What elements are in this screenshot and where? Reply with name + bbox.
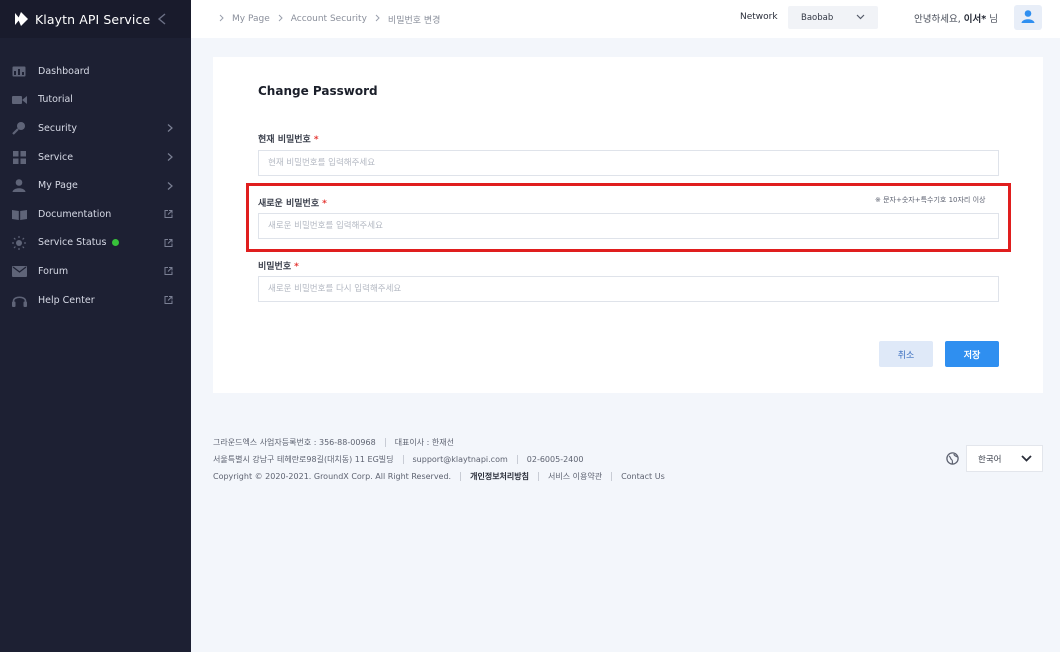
user-icon xyxy=(1021,9,1035,26)
book-icon xyxy=(11,207,27,221)
sidebar-item-documentation[interactable]: Documentation xyxy=(0,200,191,229)
key-icon xyxy=(11,121,27,136)
sidebar-nav: Dashboard Tutorial Security Service My P… xyxy=(0,57,191,314)
external-link-icon xyxy=(164,210,173,219)
new-password-input[interactable] xyxy=(258,213,999,239)
save-button[interactable]: 저장 xyxy=(945,341,999,367)
ceo-info: 대표이사 : 한재선 xyxy=(394,438,454,447)
user-greeting: 안녕하세요, 이서* 님 xyxy=(914,11,998,25)
footer-divider xyxy=(402,455,404,464)
change-password-card: Change Password 현재 비밀번호 * 새로운 비밀번호 * ※ 문자+… xyxy=(213,57,1043,393)
sidebar-item-label: Dashboard xyxy=(38,65,90,77)
company-registration: 그라운드엑스 사업자등록번호 : 356-88-00968 xyxy=(213,438,376,447)
footer-divider xyxy=(611,472,613,481)
privacy-policy-link[interactable]: 개인정보처리방침 xyxy=(470,471,529,482)
footer-divider xyxy=(460,472,462,481)
headset-icon xyxy=(11,293,27,307)
chevron-down-icon xyxy=(1021,455,1032,465)
sidebar-item-label: Service xyxy=(38,151,74,163)
required-mark: * xyxy=(313,135,319,145)
sidebar-item-service[interactable]: Service xyxy=(0,143,191,172)
brand-bar: Klaytn API Service xyxy=(0,0,191,38)
support-email[interactable]: support@klaytnapi.com xyxy=(413,455,508,464)
footer-row-company: 그라운드엑스 사업자등록번호 : 356-88-00968 대표이사 : 한재선 xyxy=(213,434,665,451)
breadcrumb-my-page[interactable]: My Page xyxy=(232,14,270,24)
copyright: Copyright © 2020-2021. GroundX Corp. All… xyxy=(213,472,452,481)
chevron-right-icon xyxy=(375,14,380,25)
collapse-sidebar-icon[interactable] xyxy=(157,13,167,25)
chevron-right-icon xyxy=(278,14,283,25)
sidebar-item-service-status[interactable]: Service Status xyxy=(0,229,191,258)
footer-row-links: Copyright © 2020-2021. GroundX Corp. All… xyxy=(213,468,665,485)
external-link-icon xyxy=(164,267,173,276)
footer-divider xyxy=(384,438,386,447)
footer-row-contact: 서울특별시 강남구 테헤란로98길(대치동) 11 EG빌딩 support@k… xyxy=(213,451,665,468)
video-icon xyxy=(11,93,27,107)
sun-icon xyxy=(11,235,27,250)
sidebar: Klaytn API Service Dashboard Tutorial Se… xyxy=(0,0,191,652)
greeting-suffix: 님 xyxy=(989,14,998,25)
confirm-password-input[interactable] xyxy=(258,276,999,302)
footer-divider xyxy=(516,455,518,464)
new-password-label-text: 새로운 비밀번호 xyxy=(258,199,320,209)
chevron-right-icon xyxy=(167,124,173,133)
status-indicator xyxy=(112,239,120,247)
required-mark: * xyxy=(322,199,327,209)
chevron-right-icon xyxy=(167,181,173,190)
globe-icon xyxy=(946,452,959,468)
sidebar-item-forum[interactable]: Forum xyxy=(0,257,191,286)
required-mark: * xyxy=(294,262,299,272)
sidebar-item-dashboard[interactable]: Dashboard xyxy=(0,57,191,86)
page-title: Change Password xyxy=(258,84,378,98)
phone-number: 02-6005-2400 xyxy=(526,455,584,464)
contact-us-link[interactable]: Contact Us xyxy=(621,472,665,481)
sidebar-item-label: Help Center xyxy=(38,294,95,306)
top-header: My Page Account Security 비밀번호 변경 Network… xyxy=(191,0,1060,38)
password-rule-hint: ※ 문자+숫자+특수기호 10자리 이상 xyxy=(875,196,986,204)
external-link-icon xyxy=(164,238,173,247)
current-password-label: 현재 비밀번호 * xyxy=(258,132,319,145)
brand-name[interactable]: Klaytn API Service xyxy=(35,12,150,27)
sidebar-item-label: Service Status xyxy=(38,237,107,249)
sidebar-item-label: Tutorial xyxy=(38,94,73,106)
greeting-prefix: 안녕하세요, xyxy=(914,14,961,25)
chevron-right-icon xyxy=(219,14,224,25)
language-select[interactable]: 한국어 xyxy=(966,445,1043,472)
current-password-label-text: 현재 비밀번호 xyxy=(258,135,311,145)
company-address: 서울특별시 강남구 테헤란로98길(대치동) 11 EG빌딩 xyxy=(213,455,394,464)
chevron-down-icon xyxy=(856,13,865,23)
sidebar-item-security[interactable]: Security xyxy=(0,114,191,143)
new-password-label: 새로운 비밀번호 * xyxy=(258,196,327,209)
sidebar-item-label: My Page xyxy=(38,180,78,192)
grid-icon xyxy=(11,150,27,164)
breadcrumb: My Page Account Security 비밀번호 변경 xyxy=(219,13,440,26)
external-link-icon xyxy=(164,296,173,305)
avatar-button[interactable] xyxy=(1014,5,1042,30)
network-value: Baobab xyxy=(801,12,834,23)
breadcrumb-current-page: 비밀번호 변경 xyxy=(387,15,441,26)
sidebar-item-label: Documentation xyxy=(38,208,112,220)
breadcrumb-account-security[interactable]: Account Security xyxy=(291,14,367,24)
terms-link[interactable]: 서비스 이용약관 xyxy=(548,471,602,482)
user-name: 이서* xyxy=(963,14,987,25)
footer: 그라운드엑스 사업자등록번호 : 356-88-00968 대표이사 : 한재선… xyxy=(213,434,665,485)
sidebar-item-help-center[interactable]: Help Center xyxy=(0,286,191,315)
cancel-button[interactable]: 취소 xyxy=(879,341,933,367)
sidebar-item-tutorial[interactable]: Tutorial xyxy=(0,86,191,115)
dashboard-icon xyxy=(11,64,27,78)
sidebar-item-label: Security xyxy=(38,122,78,134)
chevron-right-icon xyxy=(167,153,173,162)
confirm-password-label: 비밀번호 * xyxy=(258,259,299,272)
mail-icon xyxy=(11,264,27,278)
user-icon xyxy=(11,179,27,193)
language-value: 한국어 xyxy=(978,454,1002,465)
sidebar-item-label: Forum xyxy=(38,265,69,277)
sidebar-item-my-page[interactable]: My Page xyxy=(0,171,191,200)
footer-divider xyxy=(538,472,539,481)
klaytn-logo-icon[interactable] xyxy=(12,11,30,27)
network-label: Network xyxy=(740,12,778,22)
confirm-password-label-text: 비밀번호 xyxy=(258,262,292,272)
current-password-input[interactable] xyxy=(258,150,999,176)
network-select[interactable]: Baobab xyxy=(788,6,878,29)
